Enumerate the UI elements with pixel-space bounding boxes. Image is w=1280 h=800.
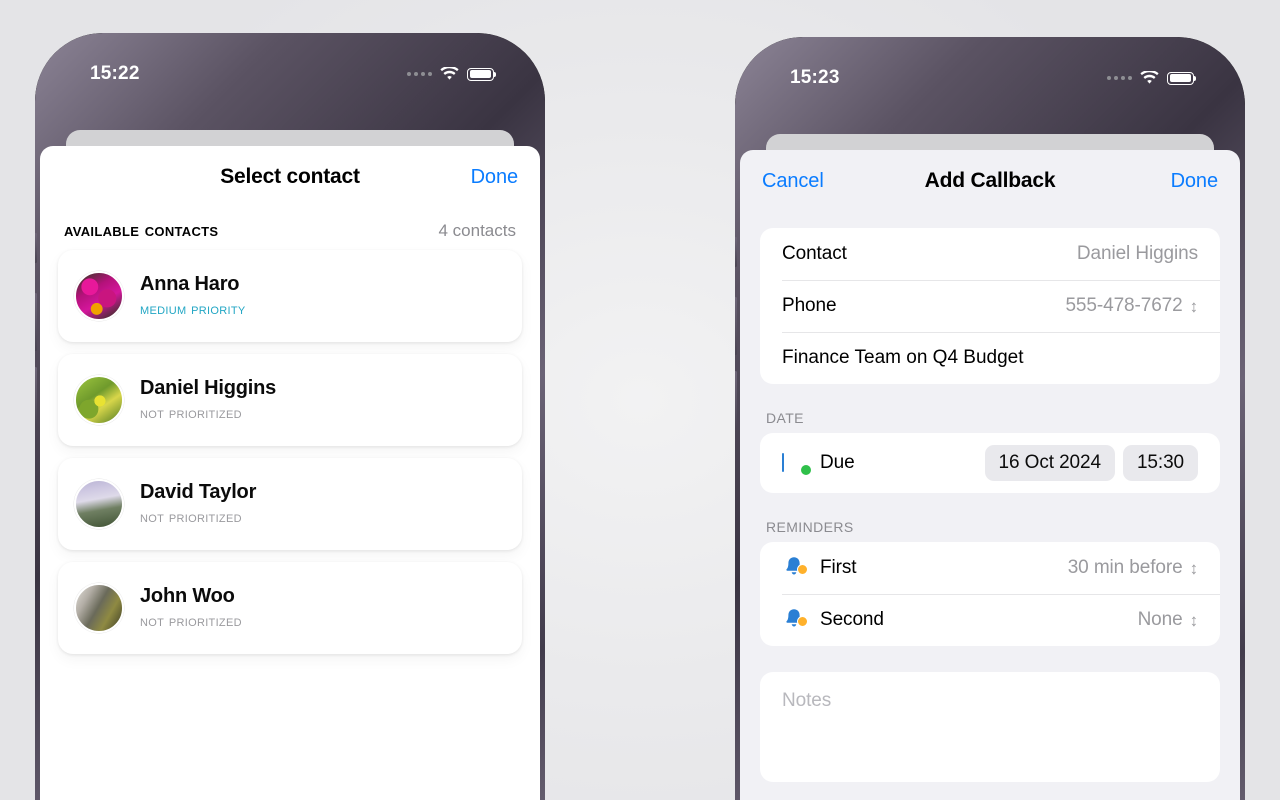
reminder-first-value: 30 min before — [1067, 557, 1183, 578]
volume-down-button-right[interactable] — [735, 371, 737, 429]
callback-form: Contact Daniel Higgins Phone 555-478-767… — [740, 212, 1240, 782]
phone-label: Phone — [782, 295, 837, 316]
navigation-bar-left: Select contact Done — [40, 146, 540, 208]
status-badge: Not Prioritized — [140, 613, 242, 630]
phone-screen-right: 15:23 Cancel Add Callback Done Contact D… — [740, 42, 1240, 800]
date-section-label: DATE — [766, 410, 804, 426]
cellular-dots-icon — [1107, 76, 1132, 80]
calendar-icon — [782, 453, 812, 476]
avatar-anna-haro — [74, 271, 124, 321]
phone-screen-left: 15:22 Select contact Done Available Cont… — [40, 38, 540, 800]
calendar-badge-icon — [800, 464, 812, 476]
contact-meta: John Woo Not Prioritized — [140, 585, 242, 631]
reminder-second-label: Second — [820, 609, 884, 630]
list-item[interactable]: David Taylor Not Prioritized — [58, 458, 522, 550]
done-button[interactable]: Done — [1171, 170, 1219, 193]
contact-meta: Daniel Higgins Not Prioritized — [140, 377, 276, 423]
contact-meta: Anna Haro Medium Priority — [140, 273, 246, 319]
avatar-john-woo — [74, 583, 124, 633]
stepper-updown-icon[interactable]: ↕ — [1190, 560, 1199, 577]
cancel-button[interactable]: Cancel — [762, 170, 824, 193]
bell-badge-icon — [797, 615, 808, 627]
contacts-count: 4 contacts — [438, 221, 517, 240]
contact-list: Anna Haro Medium Priority Daniel Higgins… — [40, 250, 540, 654]
volume-up-button-right[interactable] — [735, 297, 737, 355]
avatar-daniel-higgins — [74, 375, 124, 425]
status-badge: Not Prioritized — [140, 509, 242, 526]
wifi-icon — [1140, 71, 1159, 85]
select-contact-sheet: Select contact Done Available Contacts 4… — [40, 146, 540, 800]
subject-value: Finance Team on Q4 Budget — [782, 347, 1024, 368]
stepper-updown-icon[interactable]: ↕ — [1190, 298, 1199, 315]
mute-switch-left[interactable] — [35, 233, 37, 263]
phone-value: 555-478-7672 — [1065, 295, 1183, 316]
contact-name: John Woo — [140, 585, 235, 607]
bell-icon — [782, 554, 808, 583]
status-bar-indicators — [407, 67, 497, 81]
reminder-second-value: None — [1137, 609, 1183, 630]
wifi-icon — [440, 67, 459, 81]
date-group: Due 16 Oct 2024 15:30 — [760, 433, 1220, 493]
list-item[interactable]: John Woo Not Prioritized — [58, 562, 522, 654]
status-bar-left: 15:22 — [40, 38, 540, 96]
contact-row[interactable]: Contact Daniel Higgins — [760, 228, 1220, 280]
reminder-first-label: First — [820, 557, 857, 578]
list-item[interactable]: Daniel Higgins Not Prioritized — [58, 354, 522, 446]
due-label: Due — [820, 452, 855, 473]
status-bar-time: 15:22 — [90, 63, 140, 84]
contact-value: Daniel Higgins — [1076, 243, 1198, 264]
avatar-david-taylor — [74, 479, 124, 529]
reminder-second-value-wrap: None ↕ — [1137, 609, 1199, 631]
reminder-second-row[interactable]: Second None ↕ — [760, 594, 1220, 646]
contact-meta: David Taylor Not Prioritized — [140, 481, 256, 527]
battery-icon — [1167, 71, 1197, 85]
contact-label: Contact — [782, 243, 847, 264]
volume-up-button-left[interactable] — [35, 293, 37, 351]
phone-device-left: 15:22 Select contact Done Available Cont… — [35, 33, 545, 800]
stepper-updown-icon[interactable]: ↕ — [1190, 612, 1199, 629]
notes-placeholder: Notes — [782, 690, 832, 711]
bell-badge-icon — [797, 563, 808, 575]
notes-field[interactable]: Notes — [760, 672, 1220, 782]
date-time-pills: 16 Oct 2024 15:30 — [984, 439, 1198, 487]
time-picker-button[interactable]: 15:30 — [1122, 445, 1198, 481]
available-contacts-header: Available Contacts 4 contacts — [40, 208, 540, 250]
phone-device-right: 15:23 Cancel Add Callback Done Contact D… — [735, 37, 1245, 800]
add-callback-sheet: Cancel Add Callback Done Contact Daniel … — [740, 150, 1240, 800]
reminder-first-value-wrap: 30 min before ↕ — [1068, 557, 1198, 579]
mute-switch-right[interactable] — [735, 237, 737, 267]
due-row[interactable]: Due 16 Oct 2024 15:30 — [760, 433, 1220, 493]
volume-down-button-left[interactable] — [35, 367, 37, 425]
reminders-section-label: REMINDERS — [766, 519, 854, 535]
status-badge: Medium Priority — [140, 301, 246, 318]
cellular-dots-icon — [407, 72, 432, 76]
status-bar-right: 15:23 — [740, 42, 1240, 100]
phone-row[interactable]: Phone 555-478-7672 ↕ — [760, 280, 1220, 332]
status-bar-time: 15:23 — [790, 67, 840, 88]
date-picker-button[interactable]: 16 Oct 2024 — [984, 445, 1115, 481]
contact-name: David Taylor — [140, 481, 257, 503]
reminder-first-row[interactable]: First 30 min before ↕ — [760, 542, 1220, 594]
bell-icon — [782, 606, 808, 635]
status-bar-indicators — [1107, 71, 1197, 85]
contact-name: Anna Haro — [140, 273, 240, 295]
battery-icon — [467, 67, 497, 81]
phone-value-wrap: 555-478-7672 ↕ — [1065, 295, 1198, 317]
details-group: Contact Daniel Higgins Phone 555-478-767… — [760, 228, 1220, 384]
page-title: Select contact — [220, 165, 360, 188]
reminders-group: First 30 min before ↕ Second None ↕ — [760, 542, 1220, 646]
status-badge: Not Prioritized — [140, 405, 242, 422]
section-title: Available Contacts — [64, 220, 219, 241]
subject-row[interactable]: Finance Team on Q4 Budget — [760, 332, 1220, 384]
list-item[interactable]: Anna Haro Medium Priority — [58, 250, 522, 342]
done-button[interactable]: Done — [471, 166, 519, 189]
contact-name: Daniel Higgins — [140, 377, 277, 399]
navigation-bar-right: Cancel Add Callback Done — [740, 150, 1240, 212]
